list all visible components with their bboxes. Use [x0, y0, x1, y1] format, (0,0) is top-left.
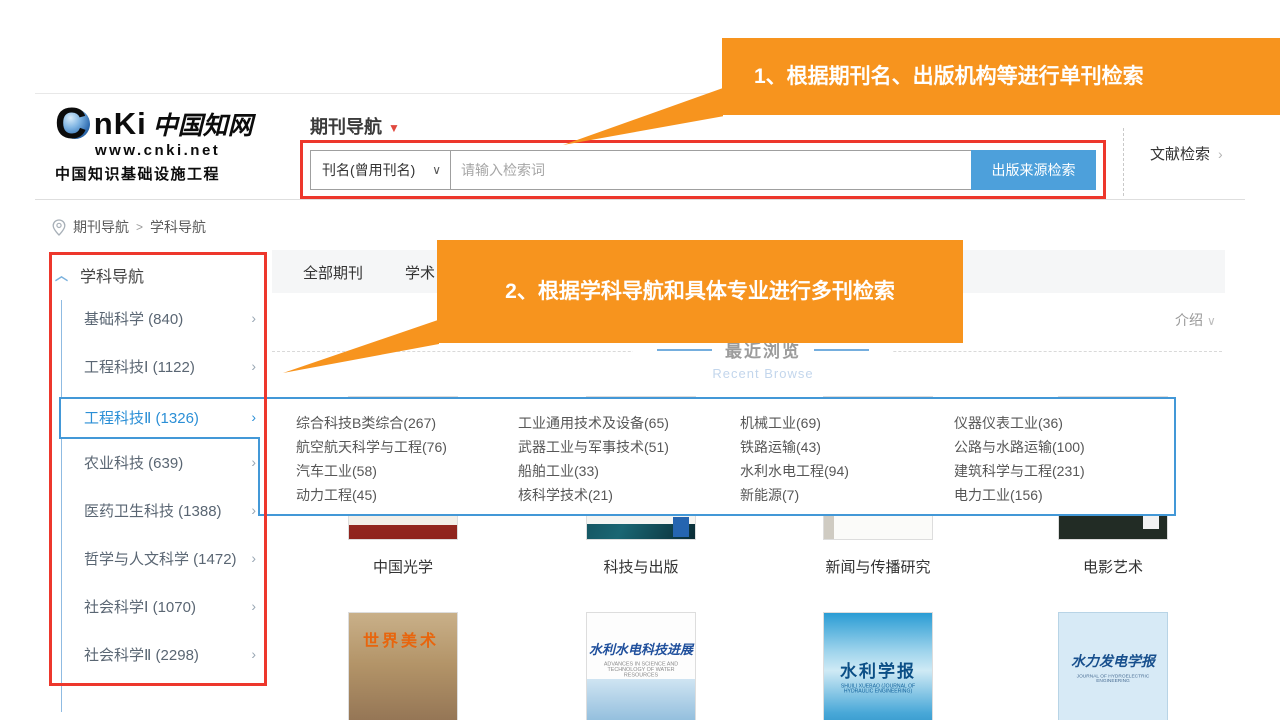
breadcrumb-root[interactable]: 期刊导航: [73, 217, 129, 237]
chevron-right-icon: ›: [251, 358, 256, 374]
flyout-link[interactable]: 综合科技B类综合(267): [296, 411, 510, 435]
chevron-right-icon: ›: [251, 550, 256, 566]
heading-rule-left: [657, 349, 712, 351]
flyout-link[interactable]: 机械工业(69): [740, 411, 954, 435]
cnki-logo[interactable]: C nKi 中国知网 www.cnki.net 中国知识基础设施工程: [55, 102, 275, 186]
annotation-callout-2: 2、根据学科导航和具体专业进行多刊检索: [437, 240, 963, 343]
journal-cover-shijie-meishu[interactable]: 世界美术: [348, 612, 458, 720]
journal-cover-shuili-shuidian-keji-jinzhan[interactable]: 水利水电科技进展 ADVANCES IN SCIENCE AND TECHNOL…: [586, 612, 696, 720]
chevron-down-icon: ∨: [1207, 314, 1216, 328]
subject-flyout-panel: 综合科技B类综合(267) 航空航天科学与工程(76) 汽车工业(58) 动力工…: [258, 397, 1176, 516]
chevron-right-icon: ›: [251, 454, 256, 470]
tab-all-journals[interactable]: 全部期刊: [303, 262, 363, 283]
journal-title-label[interactable]: 中国光学: [348, 556, 458, 577]
sidebar-item-philosophy-humanities[interactable]: 哲学与人文科学 (1472)›: [84, 548, 256, 568]
location-pin-icon: [52, 219, 66, 236]
breadcrumb-separator: >: [136, 220, 143, 234]
sidebar-item-social-science-1[interactable]: 社会科学Ⅰ (1070)›: [84, 596, 256, 616]
cnki-logo-nki: nKi: [94, 106, 147, 142]
breadcrumb: 期刊导航 > 学科导航: [52, 217, 206, 237]
recent-browse-subtitle: Recent Browse: [633, 366, 893, 381]
cnki-logo-c: C: [55, 104, 87, 144]
chevron-right-icon: ›: [251, 598, 256, 614]
sidebar-item-basic-science[interactable]: 基础科学 (840)›: [84, 308, 256, 328]
header-dashed-divider: [1123, 128, 1124, 196]
cnki-logo-wordmark: C nKi 中国知网: [55, 102, 275, 146]
chevron-right-icon: ›: [251, 409, 256, 425]
caret-down-icon: ▼: [388, 121, 400, 135]
sidebar-vertical-rule: [61, 300, 62, 712]
literature-search-link[interactable]: 文献检索›: [1150, 143, 1223, 164]
journal-cover-shuili-xuebao[interactable]: 水利学报 SHUILI XUEBAO (JOURNAL OF HYDRAULIC…: [823, 612, 933, 720]
recent-browse-heading: 最近浏览 Recent Browse: [633, 337, 893, 381]
journal-cover-shuili-fadian-xuebao[interactable]: 水力发电学报 JOURNAL OF HYDROELECTRIC ENGINEER…: [1058, 612, 1168, 720]
chevron-right-icon: ›: [251, 646, 256, 662]
sidebar-item-engineering-1[interactable]: 工程科技Ⅰ (1122)›: [84, 356, 256, 376]
chevron-right-icon: ›: [251, 310, 256, 326]
cnki-journal-navigation-page: C nKi 中国知网 www.cnki.net 中国知识基础设施工程 期刊导航▼…: [0, 0, 1280, 720]
flyout-link[interactable]: 公路与水路运输(100): [954, 435, 1168, 459]
sidebar-item-medicine-health[interactable]: 医药卫生科技 (1388)›: [84, 500, 256, 520]
heading-rule-right: [814, 349, 869, 351]
flyout-link[interactable]: 核科学技术(21): [518, 483, 732, 507]
flyout-link[interactable]: 汽车工业(58): [296, 459, 510, 483]
flyout-link[interactable]: 航空航天科学与工程(76): [296, 435, 510, 459]
cnki-logo-tagline: 中国知识基础设施工程: [55, 163, 275, 184]
flyout-link[interactable]: 新能源(7): [740, 483, 954, 507]
journal-title-label[interactable]: 科技与出版: [586, 556, 696, 577]
journal-title-label[interactable]: 新闻与传播研究: [823, 556, 933, 577]
cnki-logo-cn-name: 中国知网: [153, 106, 253, 142]
annotation-callout-1: 1、根据期刊名、出版机构等进行单刊检索: [722, 38, 1280, 115]
header-bottom-divider: [35, 199, 1245, 200]
chevron-right-icon: ›: [1218, 146, 1223, 162]
flyout-link[interactable]: 船舶工业(33): [518, 459, 732, 483]
sidebar-item-social-science-2[interactable]: 社会科学Ⅱ (2298)›: [84, 644, 256, 664]
annotation-callout-1-arrow: [563, 85, 723, 145]
breadcrumb-current: 学科导航: [150, 217, 206, 237]
intro-toggle[interactable]: 介绍∨: [1175, 310, 1216, 330]
annotation-callout-2-arrow: [283, 315, 439, 373]
chevron-up-icon[interactable]: ︿: [55, 265, 68, 284]
subject-navigation-title: 学科导航: [80, 263, 144, 287]
cnki-logo-url: www.cnki.net: [55, 142, 275, 159]
flyout-link[interactable]: 水利水电工程(94): [740, 459, 954, 483]
flyout-link[interactable]: 铁路运输(43): [740, 435, 954, 459]
flyout-link[interactable]: 动力工程(45): [296, 483, 510, 507]
chevron-right-icon: ›: [251, 502, 256, 518]
tab-academic[interactable]: 学术: [405, 262, 435, 283]
sidebar-item-engineering-2[interactable]: 工程科技Ⅱ (1326)›: [84, 407, 256, 427]
flyout-link[interactable]: 工业通用技术及设备(65): [518, 411, 732, 435]
sidebar-item-agriculture[interactable]: 农业科技 (639)›: [84, 452, 256, 472]
flyout-link[interactable]: 建筑科学与工程(231): [954, 459, 1168, 483]
flyout-link[interactable]: 电力工业(156): [954, 483, 1168, 507]
flyout-link[interactable]: 仪器仪表工业(36): [954, 411, 1168, 435]
annotation-red-box-search: [300, 140, 1106, 199]
journal-navigation-title[interactable]: 期刊导航▼: [310, 113, 400, 139]
journal-title-label[interactable]: 电影艺术: [1058, 556, 1168, 577]
flyout-link[interactable]: 武器工业与军事技术(51): [518, 435, 732, 459]
